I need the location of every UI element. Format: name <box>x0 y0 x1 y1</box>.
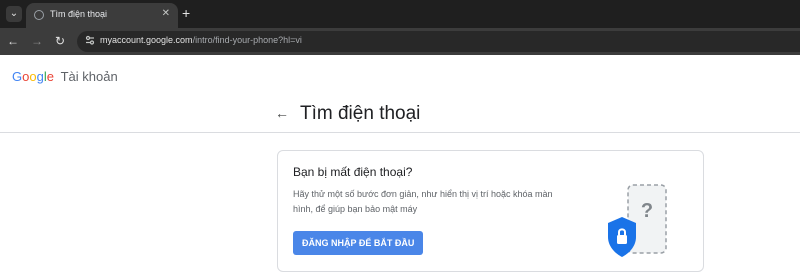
site-info-icon[interactable] <box>83 34 97 48</box>
close-icon[interactable]: ✕ <box>162 8 170 20</box>
url-text[interactable]: myaccount.google.com/intro/find-your-pho… <box>100 35 302 45</box>
logo-letter: g <box>36 69 44 84</box>
reload-icon[interactable]: ↻ <box>55 33 65 49</box>
back-icon[interactable]: ← <box>7 33 19 49</box>
browser-tab[interactable]: Tìm điện thoại ✕ <box>26 3 178 28</box>
lost-phone-card: Bạn bị mất điện thoại? Hãy thử một số bư… <box>277 150 704 272</box>
url-host: myaccount.google.com <box>100 35 193 45</box>
tab-title: Tìm điện thoại <box>50 9 108 19</box>
card-title: Bạn bị mất điện thoại? <box>293 165 413 179</box>
account-header: Google Tài khoản <box>0 55 800 101</box>
card-description: Hãy thử một số bước đơn giản, như hiển t… <box>293 189 553 214</box>
tab-search-icon[interactable]: ⌄ <box>6 6 22 22</box>
lock-icon <box>617 235 627 244</box>
url-path: /intro/find-your-phone?hl=vi <box>192 35 302 45</box>
address-bar[interactable]: myaccount.google.com/intro/find-your-pho… <box>77 31 800 52</box>
logo-letter: o <box>29 69 37 84</box>
tune-icon <box>85 35 95 45</box>
question-mark-icon: ? <box>641 200 653 222</box>
page-title-row: ← Tìm điện thoại <box>0 101 800 133</box>
forward-icon[interactable]: → <box>31 33 43 49</box>
tab-favicon-icon <box>34 10 44 20</box>
browser-toolbar: ← → ↻ myaccount.google.com/intro/find-yo… <box>0 28 800 55</box>
phone-shield-illustration: ? <box>608 184 667 257</box>
new-tab-icon[interactable]: + <box>182 5 190 21</box>
logo-letter: G <box>12 69 23 84</box>
google-account-logo[interactable]: Google Tài khoản <box>12 69 118 84</box>
logo-letter: e <box>46 69 54 84</box>
page-title: Tìm điện thoại <box>300 103 421 124</box>
back-arrow-icon[interactable]: ← <box>275 105 289 121</box>
product-name: Tài khoản <box>60 69 118 84</box>
tab-strip: ⌄ Tìm điện thoại ✕ + <box>0 0 800 28</box>
sign-in-to-start-button[interactable]: ĐĂNG NHẬP ĐỂ BẮT ĐẦU <box>293 231 424 255</box>
